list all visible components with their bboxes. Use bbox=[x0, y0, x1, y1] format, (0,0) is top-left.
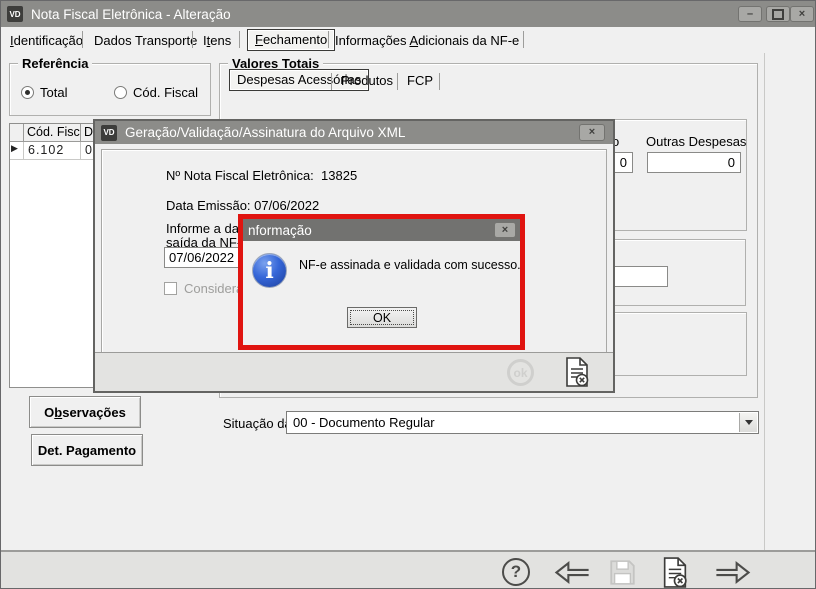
app-logo-icon: VD bbox=[7, 6, 23, 22]
tab-dados-transporte[interactable]: Dados Transporte bbox=[94, 32, 197, 50]
tab-fechamento[interactable]: Fechamento bbox=[247, 29, 335, 51]
info-icon: i bbox=[252, 253, 287, 288]
radio-dot bbox=[25, 90, 30, 95]
nf-number-text: Nº Nota Fiscal Eletrônica: 13825 bbox=[166, 168, 357, 183]
observacoes-button[interactable]: Observações bbox=[29, 396, 141, 428]
help-icon[interactable]: ? bbox=[502, 558, 530, 586]
tab-separator bbox=[239, 31, 240, 48]
dropdown-arrow-icon[interactable] bbox=[739, 413, 757, 432]
page-right-border bbox=[764, 53, 765, 550]
tab-itens[interactable]: Itens bbox=[203, 32, 231, 50]
det-pagamento-button[interactable]: Det. Pagamento bbox=[31, 434, 143, 466]
xml-dialog-close-icon[interactable]: × bbox=[579, 124, 605, 141]
tab-separator bbox=[192, 31, 193, 48]
considera-checkbox[interactable] bbox=[164, 282, 177, 295]
subtab-fcp[interactable]: FCP bbox=[407, 72, 433, 90]
tab-separator bbox=[82, 31, 83, 48]
radio-cod-fiscal-label: Cód. Fiscal bbox=[133, 85, 198, 100]
maximize-glyph bbox=[772, 9, 784, 20]
outras-despesas-field[interactable]: 0 bbox=[647, 152, 741, 173]
subtab-separator bbox=[397, 73, 398, 90]
messagebox-titlebar: nformação bbox=[243, 219, 520, 241]
cancel-document-icon[interactable] bbox=[662, 557, 688, 588]
tab-separator bbox=[523, 31, 524, 48]
messagebox-text: NF-e assinada e validada com sucesso. bbox=[299, 258, 521, 272]
subtab-separator bbox=[439, 73, 440, 90]
radio-cod-fiscal[interactable] bbox=[114, 86, 127, 99]
xml-dialog-titlebar: VD Geração/Validação/Assinatura do Arqui… bbox=[95, 121, 613, 144]
minimize-icon[interactable]: – bbox=[738, 6, 762, 22]
tab-separator bbox=[328, 31, 329, 48]
grid-selector-header bbox=[10, 124, 24, 142]
forward-arrow-icon[interactable] bbox=[715, 559, 751, 586]
outras-despesas-label: Outras Despesas bbox=[646, 134, 746, 149]
dialog-logo-icon: VD bbox=[101, 125, 117, 141]
info-messagebox: nformação × i NF-e assinada e validada c… bbox=[238, 214, 525, 350]
row-selector-icon: ▶ bbox=[10, 142, 24, 160]
close-icon[interactable]: × bbox=[790, 6, 814, 22]
ok-disabled-button[interactable]: ok bbox=[507, 359, 534, 386]
messagebox-title: nformação bbox=[248, 223, 312, 238]
tab-informacoes-adicionais[interactable]: Informações Adicionais da NF-e bbox=[335, 32, 519, 50]
xml-dialog-bottombar bbox=[95, 352, 613, 391]
radio-total[interactable] bbox=[21, 86, 34, 99]
tab-identificacao[interactable]: Identificação bbox=[10, 32, 83, 50]
radio-total-label: Total bbox=[40, 85, 67, 100]
maximize-icon[interactable] bbox=[766, 6, 790, 22]
ok-button[interactable]: OK bbox=[347, 307, 417, 328]
cell-cod-fiscal[interactable]: 6.102 bbox=[24, 142, 81, 160]
grid-col-cod-fiscal: Cód. Fiscal bbox=[24, 124, 81, 142]
xml-dialog-title: Geração/Validação/Assinatura do Arquivo … bbox=[125, 125, 405, 140]
window-title: Nota Fiscal Eletrônica - Alteração bbox=[31, 7, 231, 22]
data-emissao-text: Data Emissão: 07/06/2022 bbox=[166, 198, 319, 213]
bottom-toolbar bbox=[1, 551, 815, 589]
back-arrow-icon[interactable] bbox=[554, 559, 590, 586]
situacao-dropdown[interactable]: 00 - Documento Regular bbox=[286, 411, 759, 434]
cancel-document-icon[interactable] bbox=[565, 357, 589, 387]
subtab-produtos[interactable]: Produtos bbox=[341, 72, 393, 90]
app-window: VD Nota Fiscal Eletrônica - Alteração – … bbox=[0, 0, 816, 589]
messagebox-close-icon[interactable]: × bbox=[494, 222, 516, 238]
referencia-title: Referência bbox=[18, 56, 92, 71]
situacao-value: 00 - Documento Regular bbox=[293, 415, 435, 430]
save-icon[interactable] bbox=[609, 559, 636, 586]
window-titlebar: VD Nota Fiscal Eletrônica - Alteração bbox=[1, 1, 815, 27]
subtab-separator bbox=[331, 73, 332, 90]
